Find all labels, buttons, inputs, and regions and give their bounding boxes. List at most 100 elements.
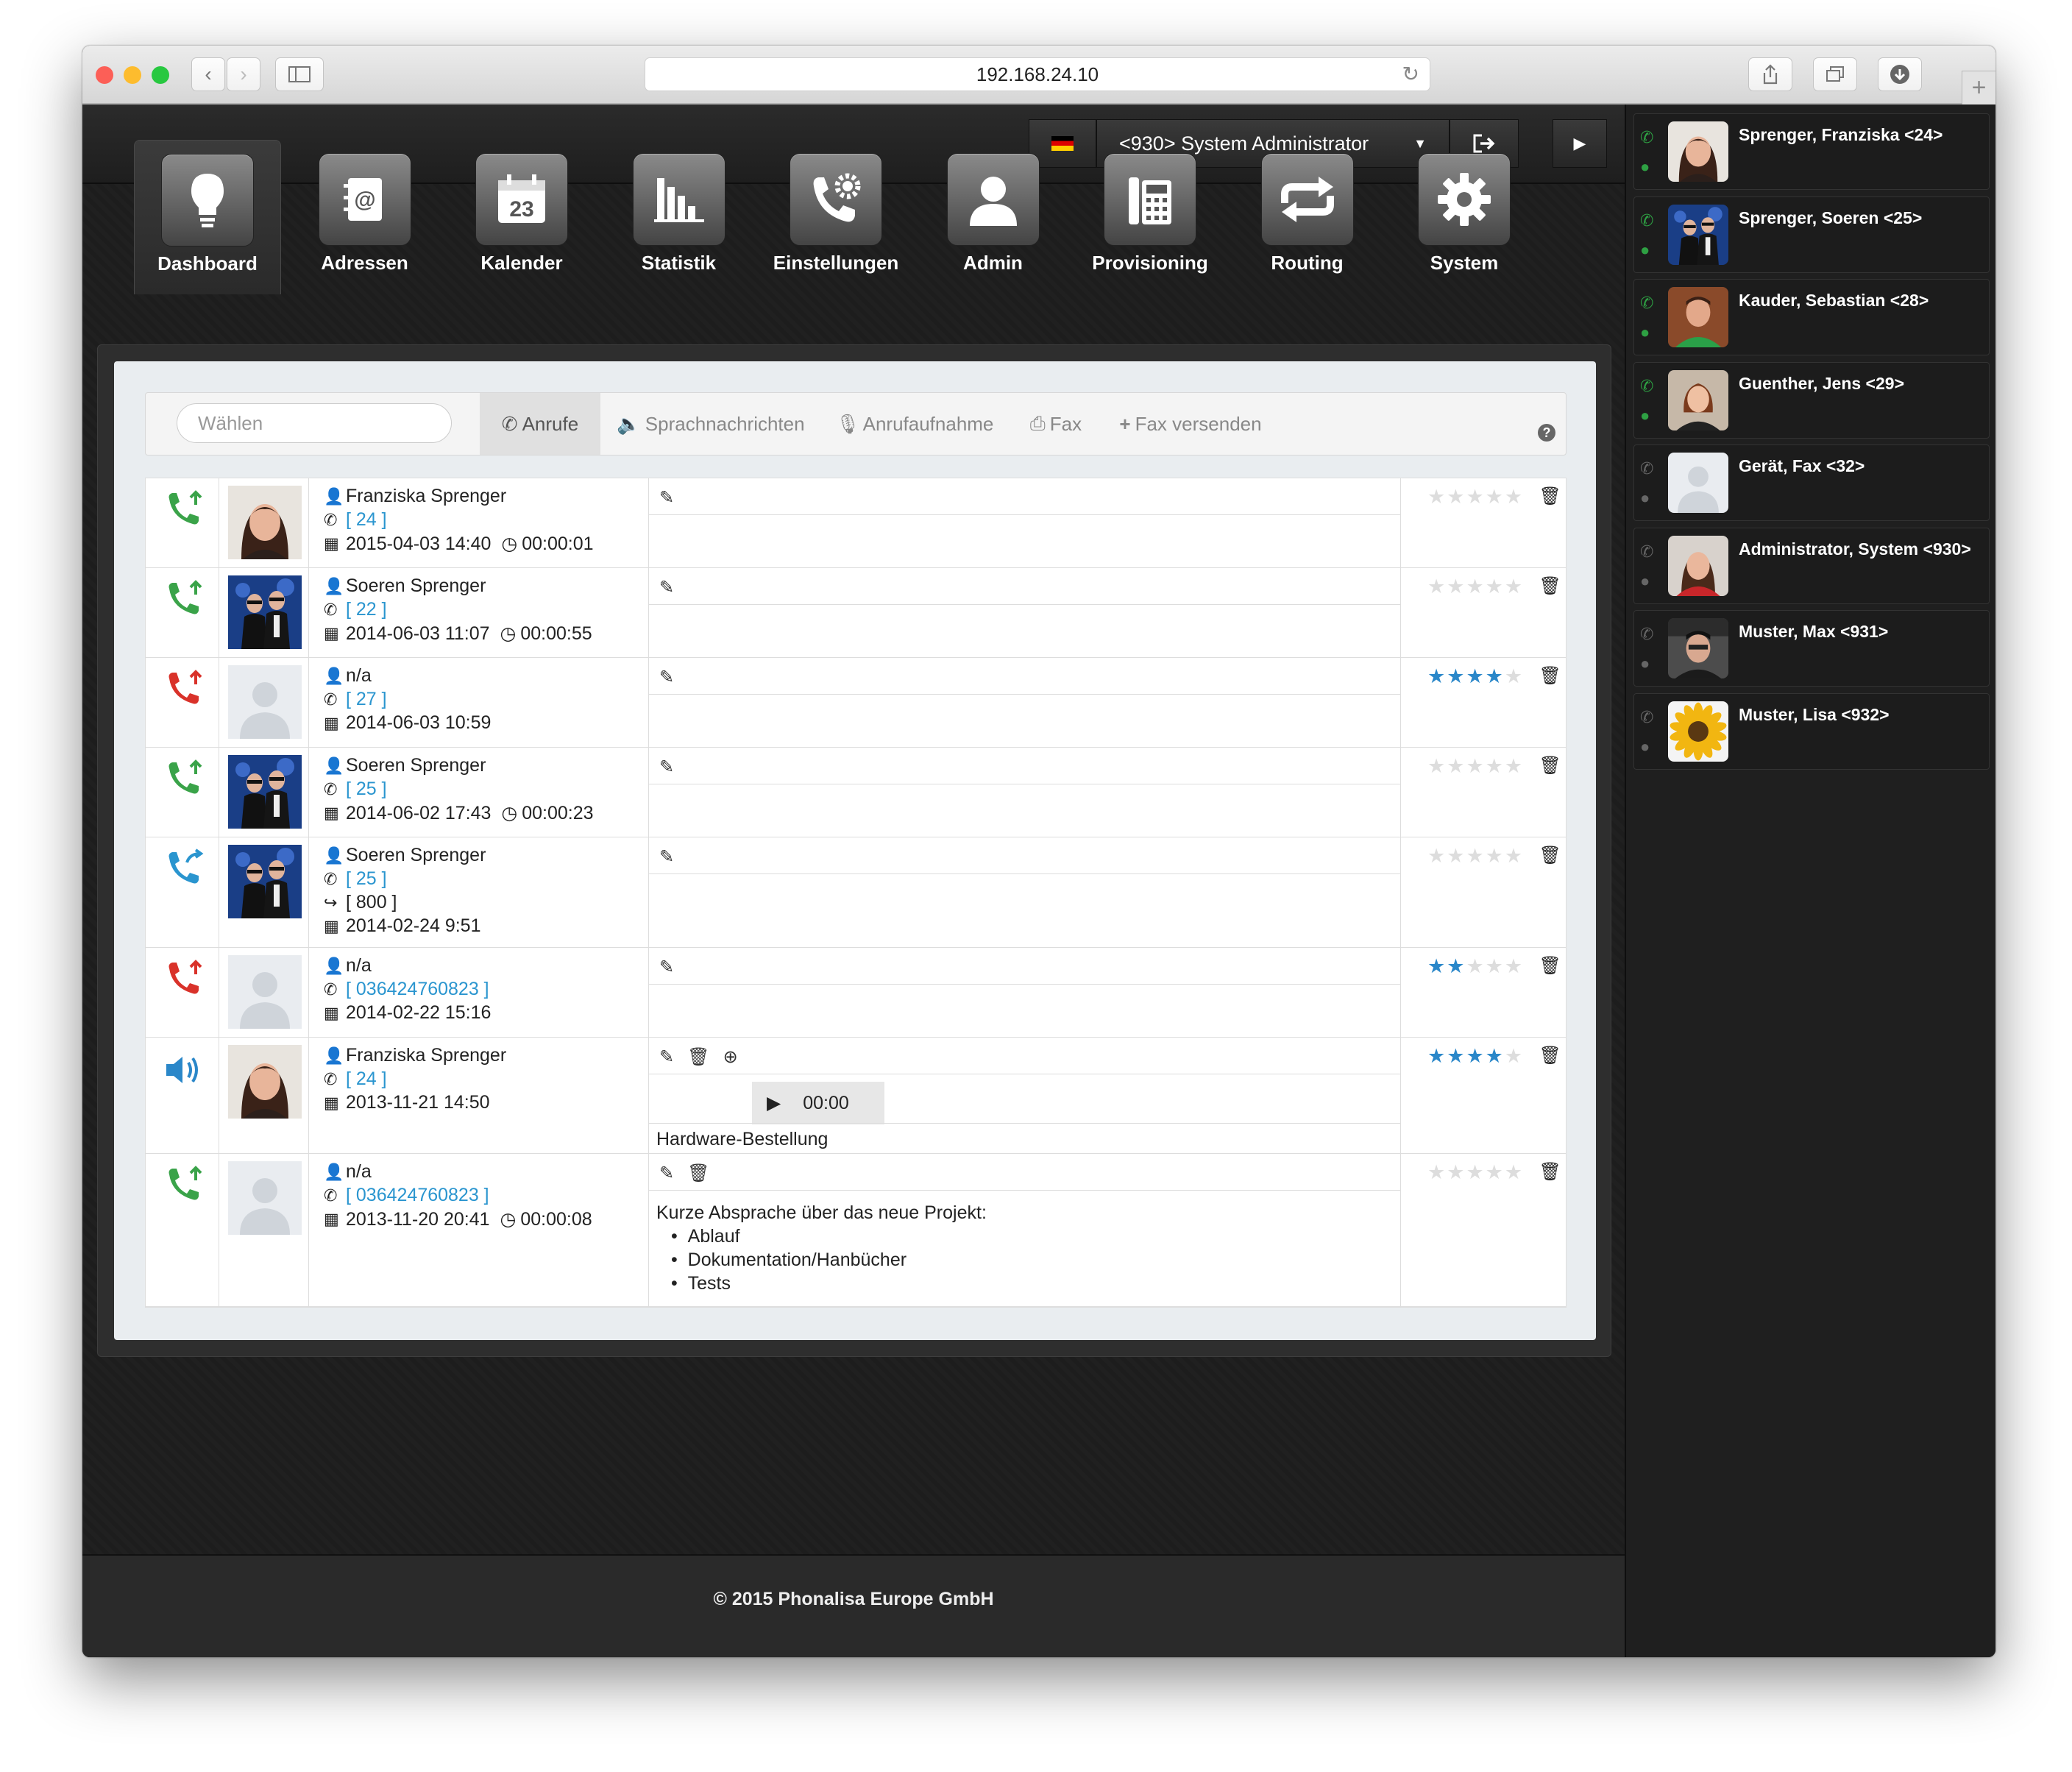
star-icon[interactable]: ★: [1505, 845, 1524, 867]
table-row[interactable]: 👤 Franziska Sprenger ✆[ 24 ] ▦ 2015-04-03 14…: [146, 478, 1566, 568]
star-icon[interactable]: ★: [1505, 1161, 1524, 1183]
star-icon[interactable]: ★: [1427, 665, 1447, 687]
star-rating[interactable]: ★★★★★: [1427, 1045, 1524, 1068]
nav-einstellungen[interactable]: Einstellungen: [762, 140, 909, 294]
star-icon[interactable]: ★: [1427, 575, 1447, 598]
star-icon[interactable]: ★: [1466, 1045, 1485, 1067]
star-icon[interactable]: ★: [1505, 575, 1524, 598]
downloads-button[interactable]: [1878, 57, 1922, 91]
star-icon[interactable]: ★: [1427, 955, 1447, 977]
close-window-button[interactable]: [96, 66, 113, 84]
phone-icon[interactable]: ✆: [1640, 372, 1664, 401]
star-icon[interactable]: ★: [1466, 486, 1485, 508]
phone-icon[interactable]: ✆: [1640, 454, 1664, 483]
star-icon[interactable]: ★: [1486, 845, 1505, 867]
phone-icon[interactable]: ✆: [1640, 206, 1664, 235]
nav-kalender[interactable]: 23 Kalender: [448, 140, 595, 294]
star-icon[interactable]: ★: [1486, 1045, 1505, 1067]
star-icon[interactable]: ★: [1447, 755, 1466, 777]
star-icon[interactable]: ★: [1447, 575, 1466, 598]
star-icon[interactable]: ★: [1427, 1161, 1447, 1183]
star-icon[interactable]: ★: [1505, 1045, 1524, 1067]
star-rating[interactable]: ★★★★★: [1427, 955, 1524, 978]
chat-icon[interactable]: ●: [1640, 401, 1664, 430]
expand-sidebar-button[interactable]: ▶: [1553, 119, 1607, 168]
tab-anrufaufnahme[interactable]: 🎙 Anrufaufnahme: [821, 393, 1008, 455]
star-icon[interactable]: ★: [1505, 486, 1524, 508]
star-icon[interactable]: ★: [1486, 955, 1505, 977]
tab-sprachnachrichten[interactable]: 🔈 Sprachnachrichten: [600, 393, 821, 455]
pencil-icon[interactable]: ✎: [659, 1163, 674, 1183]
download-icon[interactable]: ⊕: [723, 1047, 738, 1067]
star-icon[interactable]: ★: [1486, 486, 1505, 508]
nav-routing[interactable]: Routing: [1234, 140, 1381, 294]
trash-icon[interactable]: 🗑: [1539, 755, 1561, 776]
trash-icon[interactable]: 🗑: [687, 1163, 709, 1183]
address-bar[interactable]: 192.168.24.10 ↻: [645, 57, 1430, 91]
maximize-window-button[interactable]: [152, 66, 169, 84]
trash-icon[interactable]: 🗑: [1539, 575, 1561, 597]
share-button[interactable]: [1748, 57, 1792, 91]
star-icon[interactable]: ★: [1466, 665, 1485, 687]
phone-icon[interactable]: ✆: [1640, 123, 1664, 152]
table-row[interactable]: 👤 Franziska Sprenger ✆[ 24 ] ▦ 2013-11-21 14…: [146, 1038, 1566, 1154]
chat-icon[interactable]: ●: [1640, 318, 1664, 347]
trash-icon[interactable]: 🗑: [1539, 486, 1561, 507]
star-icon[interactable]: ★: [1447, 1161, 1466, 1183]
tabs-button[interactable]: [1813, 57, 1857, 91]
star-icon[interactable]: ★: [1427, 1045, 1447, 1067]
star-icon[interactable]: ★: [1466, 1161, 1485, 1183]
contact-item[interactable]: ✆ ● Guenther, Jens <29>: [1633, 361, 1990, 439]
table-row[interactable]: 👤 n/a ✆[ 036424760823 ] ▦ 2014-02-22 15:16 ✎ ★…: [146, 948, 1566, 1038]
new-tab-button[interactable]: +: [1962, 71, 1995, 104]
trash-icon[interactable]: 🗑: [1539, 665, 1561, 687]
star-icon[interactable]: ★: [1505, 755, 1524, 777]
star-icon[interactable]: ★: [1466, 575, 1485, 598]
table-row[interactable]: 👤 Soeren Sprenger ✆[ 25 ] ↪[ 800 ] ▦ 2014-02-…: [146, 837, 1566, 948]
contact-item[interactable]: ✆ ● Kauder, Sebastian <28>: [1633, 279, 1990, 355]
chat-icon[interactable]: ●: [1640, 152, 1664, 182]
star-icon[interactable]: ★: [1466, 955, 1485, 977]
trash-icon[interactable]: 🗑: [1539, 1045, 1561, 1066]
star-rating[interactable]: ★★★★★: [1427, 665, 1524, 688]
caller-number[interactable]: ✆[ 22 ]: [324, 599, 387, 620]
pencil-icon[interactable]: ✎: [659, 957, 674, 977]
sidebar-toggle-button[interactable]: [275, 57, 324, 91]
table-row[interactable]: 👤 n/a ✆[ 27 ] ▦ 2014-06-03 10:59 ✎ ★★★★★ 🗑: [146, 658, 1566, 748]
nav-adressen[interactable]: @ Adressen: [291, 140, 439, 294]
forward-button[interactable]: ›: [227, 57, 260, 91]
nav-system[interactable]: System: [1391, 140, 1538, 294]
trash-icon[interactable]: 🗑: [687, 1047, 709, 1067]
tab-fax[interactable]: ⎙ Fax: [1008, 393, 1104, 455]
caller-number[interactable]: ✆[ 25 ]: [324, 779, 387, 800]
chat-icon[interactable]: ●: [1640, 235, 1664, 265]
pencil-icon[interactable]: ✎: [659, 1047, 674, 1067]
pencil-icon[interactable]: ✎: [659, 667, 674, 687]
chat-icon[interactable]: ●: [1640, 649, 1664, 678]
play-icon[interactable]: ▶: [767, 1092, 781, 1114]
phone-icon[interactable]: ✆: [1640, 620, 1664, 649]
star-icon[interactable]: ★: [1486, 1161, 1505, 1183]
contact-item[interactable]: ✆ ● Administrator, System <930>: [1633, 527, 1990, 604]
reload-icon[interactable]: ↻: [1402, 58, 1419, 91]
star-icon[interactable]: ★: [1447, 1045, 1466, 1067]
table-row[interactable]: 👤 n/a ✆[ 036424760823 ] ▦ 2013-11-20 20:41 ◷ 0…: [146, 1154, 1566, 1307]
nav-provisioning[interactable]: Provisioning: [1076, 140, 1224, 294]
star-rating[interactable]: ★★★★★: [1427, 575, 1524, 598]
star-icon[interactable]: ★: [1447, 665, 1466, 687]
pencil-icon[interactable]: ✎: [659, 757, 674, 777]
star-rating[interactable]: ★★★★★: [1427, 486, 1524, 508]
pencil-icon[interactable]: ✎: [659, 847, 674, 867]
star-icon[interactable]: ★: [1447, 845, 1466, 867]
minimize-window-button[interactable]: [124, 66, 141, 84]
contact-item[interactable]: ✆ ● Muster, Max <931>: [1633, 610, 1990, 687]
caller-number[interactable]: ✆[ 27 ]: [324, 689, 387, 710]
caller-number[interactable]: ✆[ 25 ]: [324, 868, 387, 890]
contact-item[interactable]: ✆ ● Muster, Lisa <932>: [1633, 692, 1990, 770]
nav-admin[interactable]: Admin: [920, 140, 1067, 294]
phone-icon[interactable]: ✆: [1640, 703, 1664, 732]
audio-player[interactable]: ▶ 00:00: [752, 1082, 884, 1124]
pencil-icon[interactable]: ✎: [659, 578, 674, 598]
contact-item[interactable]: ✆ ● Sprenger, Soeren <25>: [1633, 196, 1990, 273]
star-icon[interactable]: ★: [1505, 955, 1524, 977]
